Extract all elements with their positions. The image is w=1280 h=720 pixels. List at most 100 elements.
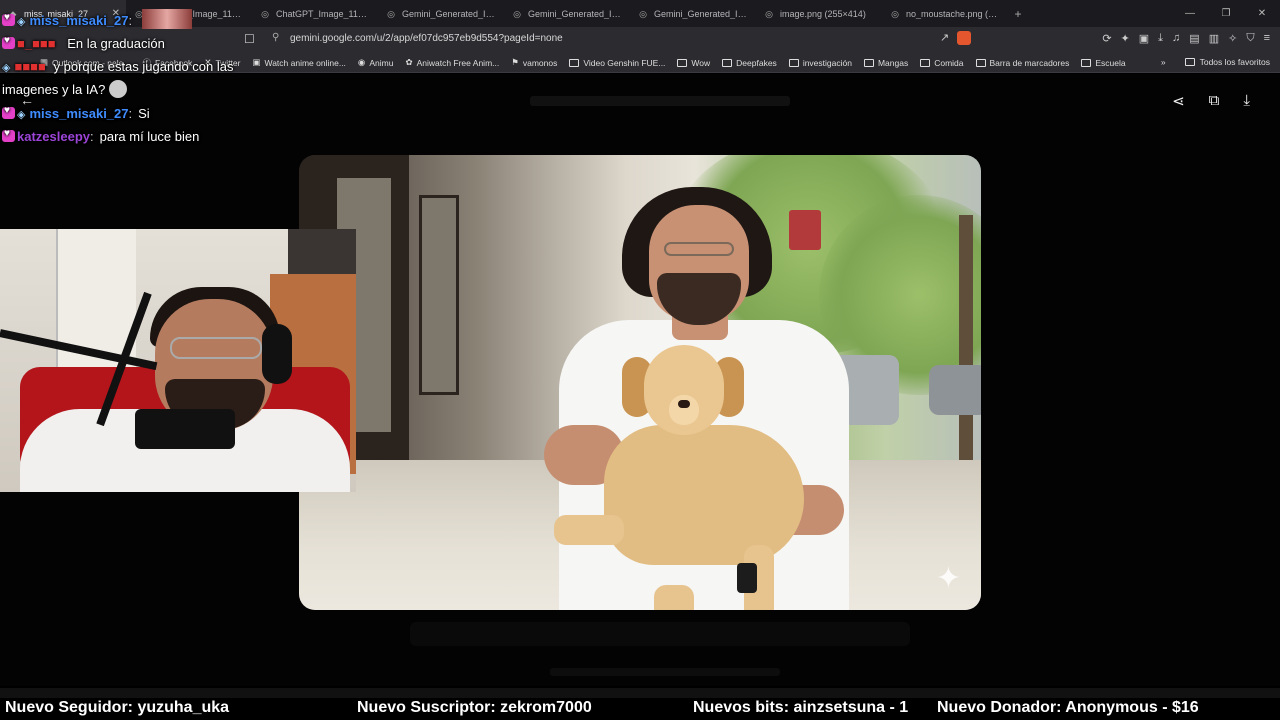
new-tab-button[interactable]: + (1008, 7, 1028, 21)
tab-title: no_moustache.png (2528 (906, 8, 1000, 19)
viewer-footer (550, 668, 780, 676)
url-field[interactable]: gemini.google.com/u/2/app/ef07dc957eb9d5… (290, 33, 563, 44)
bookmark-item[interactable]: ✿ Aniwatch Free Anim... (405, 57, 499, 68)
man-with-puppy (544, 185, 854, 610)
wallet-icon[interactable]: ▤ (1189, 32, 1199, 45)
sidebar-icon[interactable]: ▥ (1209, 32, 1219, 45)
bookmark-icon[interactable]: ☐ (244, 32, 255, 46)
screenshot-icon[interactable]: ▣ (1139, 32, 1149, 45)
tab-title: Gemini_Generated_Image (654, 8, 748, 19)
vpn-icon[interactable]: ⛉ (1246, 32, 1254, 45)
bookmark-folder[interactable]: Comida (920, 58, 964, 68)
bookmark-folder[interactable]: Video Genshin FUE... (569, 58, 665, 68)
window-controls: — ❐ ✕ (1172, 0, 1280, 27)
aniwatch-icon: ✿ (405, 57, 413, 67)
bookmark-label: Video Genshin FUE... (583, 57, 666, 68)
globe-icon: ◎ (513, 8, 521, 19)
tab[interactable]: ◎ Gemini_Generated_Image (630, 0, 756, 27)
close-window-icon[interactable]: ✕ (1244, 0, 1280, 27)
chat-username: katzesleepy (17, 129, 90, 144)
chat-text: imagenes y la IA? (2, 82, 106, 97)
bookmark-label: Barra de marcadores (989, 57, 1070, 68)
address-bar: ☐ ⚲ gemini.google.com/u/2/app/ef07dc957e… (0, 27, 1280, 53)
download-icon[interactable]: ⤓ (1243, 92, 1250, 110)
bookmark-item[interactable]: ▣ Watch anime online... (252, 57, 345, 68)
download-icon[interactable]: ⤓ (1158, 32, 1163, 45)
puppy-leg (654, 585, 694, 610)
gemini-sparkle-icon: ✦ (935, 562, 961, 595)
globe-icon: ◎ (765, 8, 773, 19)
image-emote (142, 9, 193, 29)
chat-username: miss_misaki_27 (29, 13, 129, 28)
bookmark-folder[interactable]: Barra de marcadores (975, 57, 1070, 68)
streamer-glasses (170, 337, 262, 359)
bookmark-label: Wow (691, 57, 711, 68)
gem-badge-icon: ◈ (17, 16, 26, 28)
brave-shield-icon[interactable] (957, 31, 972, 45)
menu-icon[interactable]: ≡ (1264, 32, 1270, 45)
chat-separator: : (90, 129, 94, 144)
tab[interactable]: ◎ ChatGPT_Image_11_ene_2 (252, 0, 378, 27)
site-info-icon[interactable]: ⚲ (272, 32, 279, 43)
chevron-right-icon[interactable]: » (1161, 57, 1166, 67)
all-bookmarks[interactable]: » Todos los favoritos (1161, 57, 1270, 67)
chat-text: para mí luce bien (99, 129, 200, 144)
tab-title: ChatGPT_Image_11_ene_2 (276, 8, 370, 19)
chat-message: ◈ ■■■■ y porque estas jugando con las (2, 59, 233, 74)
chat-message: ◈miss_misaki_27: Si (2, 105, 150, 121)
new-follower-alert: Nuevo Seguidor: yuzuha_uka (5, 699, 230, 716)
tab-title: Gemini_Generated_Image (402, 8, 496, 19)
all-bookmarks-label: Todos los favoritos (1199, 57, 1270, 67)
window (419, 195, 459, 395)
tab-title: Gemini_Generated_Image (528, 8, 622, 19)
bookmark-folder[interactable]: Escuela (1081, 58, 1126, 68)
minimize-icon[interactable]: — (1172, 0, 1208, 27)
music-icon[interactable]: ♫ (1172, 32, 1180, 45)
bookmark-item[interactable]: ◉ Animu (358, 57, 394, 68)
bookmark-folder[interactable]: Mangas (863, 57, 909, 68)
puzzle-icon[interactable]: ✦ (1121, 32, 1130, 45)
chat-message-continued: imagenes y la IA? (2, 80, 128, 98)
bookmark-folder[interactable]: Deepfakes (722, 58, 777, 68)
puppy-nose (678, 400, 690, 408)
chat-username-hidden: ■_■■■ (17, 36, 56, 51)
folder-icon (722, 58, 733, 67)
tab[interactable]: ◎ Gemini_Generated_Image (504, 0, 630, 27)
bookmark-folder[interactable]: investigación (788, 58, 852, 68)
globe-icon: ◎ (639, 8, 647, 19)
new-donor-alert: Nuevo Donador: Anonymous - $16 (937, 699, 1199, 716)
chat-separator: : (128, 106, 133, 121)
tab[interactable]: ◎ image.png (255×414) (756, 0, 882, 27)
tab[interactable]: ◎ Gemini_Generated_Image (378, 0, 504, 27)
copy-icon[interactable]: ⧉ (1209, 92, 1220, 110)
bookmark-label: Aniwatch Free Anim... (416, 57, 500, 68)
chat-message: ■_■■■ En la graduación (2, 35, 165, 51)
github-icon: ◉ (357, 57, 366, 67)
share-page-icon[interactable]: ↗ (940, 31, 949, 45)
anime-site-icon: ▣ (252, 57, 261, 67)
gem-badge-icon: ◈ (17, 109, 26, 121)
subscriber-badge-icon (2, 35, 15, 49)
car (929, 365, 981, 415)
globe-icon: ◎ (891, 8, 899, 19)
face-emote (109, 80, 128, 98)
alerts-ticker: Nuevo Seguidor: yuzuha_uka Nuevo Suscrip… (0, 698, 1280, 720)
leo-icon[interactable]: ✧ (1228, 32, 1237, 45)
extension-icon[interactable]: ⟳ (1102, 32, 1111, 45)
bookmark-label: Deepfakes (736, 57, 777, 68)
bookmark-label: Mangas (877, 57, 909, 68)
new-subscriber-alert: Nuevo Suscriptor: zekrom7000 (357, 699, 592, 716)
headphones (262, 324, 292, 384)
generated-image[interactable]: ✦ (299, 155, 981, 610)
chat-message: ◈miss_misaki_27: (2, 9, 193, 29)
subscriber-badge-icon (2, 128, 15, 142)
microphone (135, 409, 235, 449)
globe-icon: ◎ (261, 8, 269, 19)
bookmark-item[interactable]: ⚑ vamonos (511, 57, 557, 68)
bookmark-folder[interactable]: Wow (677, 58, 710, 68)
bookmark-label: vamonos (522, 57, 558, 68)
restore-icon[interactable]: ❐ (1208, 0, 1244, 27)
share-icon[interactable]: ⋖ (1172, 92, 1185, 110)
wristwatch (737, 563, 757, 593)
tab[interactable]: ◎ no_moustache.png (2528 (882, 0, 1008, 27)
